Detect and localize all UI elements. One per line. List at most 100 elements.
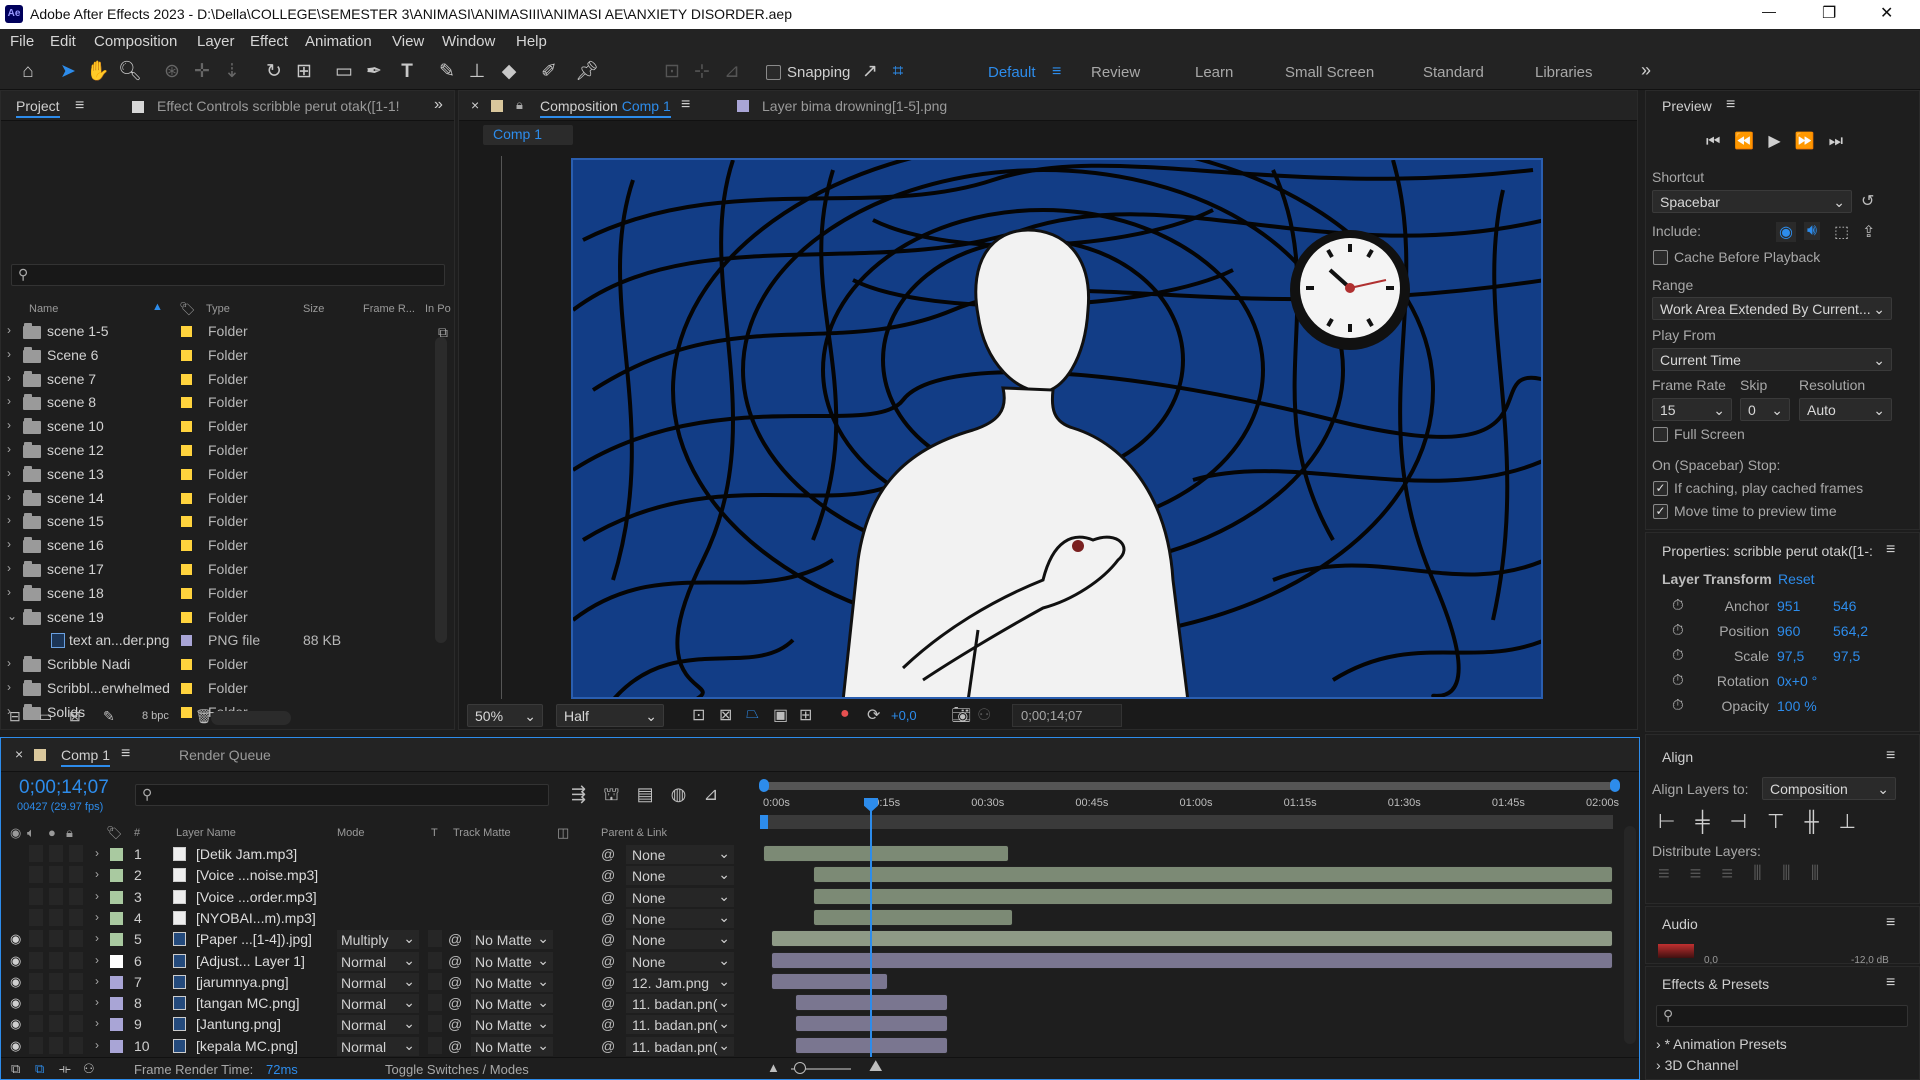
eye-icon[interactable]: ◉: [10, 931, 21, 947]
parent-dropdown[interactable]: 11. badan.pn(⌄: [626, 1036, 734, 1056]
property-value-1[interactable]: 960: [1777, 623, 1800, 639]
chevron-right-icon[interactable]: ›: [7, 490, 11, 504]
next-frame-icon[interactable]: ⏩: [1795, 133, 1829, 150]
lock-toggle[interactable]: [69, 930, 83, 948]
layer-row[interactable]: ◉ › 5 [Paper ...[1-4]).jpg] Multiply ⌄ @ No Mat…: [1, 929, 761, 950]
lock-icon[interactable]: 🔒︎: [516, 97, 523, 113]
col-type[interactable]: Type: [206, 303, 230, 315]
project-item[interactable]: › Scribble Nadi Folder: [1, 653, 437, 677]
play-icon[interactable]: ▶: [1768, 133, 1794, 150]
project-item[interactable]: › scene 7 Folder: [1, 368, 437, 392]
label-color-swatch[interactable]: [181, 611, 192, 623]
zoom-slider-handle[interactable]: [794, 1062, 806, 1074]
chevron-right-icon[interactable]: ›: [7, 394, 11, 408]
label-color-swatch[interactable]: [181, 659, 192, 671]
project-item[interactable]: text an...der.png PNG file 88 KB: [1, 629, 437, 653]
preserve-transparency-toggle[interactable]: [428, 972, 442, 990]
dolly-tool-icon[interactable]: ⇣: [220, 60, 244, 84]
audio-toggle[interactable]: [29, 994, 43, 1012]
audio-toggle[interactable]: [29, 1036, 43, 1054]
pan-tool-icon[interactable]: ✛: [190, 60, 214, 84]
project-item[interactable]: › scene 1-5 Folder: [1, 320, 437, 344]
chevron-right-icon[interactable]: ›: [7, 418, 11, 432]
label-color-swatch[interactable]: [181, 516, 192, 528]
include-audio-icon[interactable]: 🔊︎: [1804, 222, 1821, 240]
matte-link-icon[interactable]: @: [448, 974, 462, 990]
parent-dropdown[interactable]: 11. badan.pn(⌄: [626, 994, 734, 1014]
label-color-swatch[interactable]: [110, 933, 123, 947]
motion-blur-icon[interactable]: ⊿: [703, 784, 735, 804]
label-color-swatch[interactable]: [181, 373, 192, 385]
interpret-footage-icon[interactable]: ⊟: [9, 708, 21, 725]
home-icon[interactable]: ⌂: [16, 60, 40, 84]
mask-visibility-icon[interactable]: ⏢: [746, 705, 759, 723]
hand-tool-icon[interactable]: ✋: [86, 60, 110, 84]
work-area-bar[interactable]: [763, 815, 1613, 829]
label-color-swatch[interactable]: [181, 635, 192, 647]
lock-toggle[interactable]: [69, 951, 83, 969]
chevron-right-icon[interactable]: ›: [95, 953, 99, 967]
audio-toggle[interactable]: [29, 845, 43, 862]
viewer-timecode[interactable]: 0;00;14;07: [1012, 704, 1122, 727]
audio-toggle[interactable]: [29, 866, 43, 884]
rotate-tool-icon[interactable]: ↻: [262, 60, 286, 84]
anchor-tool-icon[interactable]: ⊞: [292, 60, 316, 84]
pick-whip-icon[interactable]: @: [601, 1038, 615, 1054]
project-item[interactable]: › scene 14 Folder: [1, 487, 437, 511]
effects-item-3d-channel[interactable]: › 3D Channel: [1656, 1057, 1739, 1073]
preserve-transparency-toggle[interactable]: [428, 930, 442, 948]
workspace-default[interactable]: Default: [988, 64, 1036, 81]
expand-in-out-icon[interactable]: ⟛: [59, 1061, 71, 1077]
property-value-1[interactable]: 100 %: [1777, 698, 1817, 714]
project-horizontal-scrollbar[interactable]: [211, 711, 291, 725]
expand-layer-switches-icon[interactable]: ⧉: [11, 1061, 20, 1077]
audio-toggle[interactable]: [29, 972, 43, 990]
shy-layers-icon[interactable]: ▤: [637, 784, 671, 804]
tab-project[interactable]: Project: [16, 98, 60, 118]
timeline-search-input[interactable]: ⚲: [135, 784, 549, 806]
solo-toggle[interactable]: [49, 887, 63, 905]
parent-dropdown[interactable]: None ⌄: [626, 887, 734, 907]
distribute-hcenter-icon[interactable]: ⦀: [1782, 863, 1811, 885]
layer-row[interactable]: ◉ › 8 [tangan MC.png] Normal ⌄ @ No Matte ⌄ @11. …: [1, 993, 761, 1014]
move-time-checkbox[interactable]: ✓: [1653, 504, 1668, 519]
property-value-1[interactable]: 951: [1777, 598, 1800, 614]
blend-mode-dropdown[interactable]: Normal ⌄: [337, 972, 419, 992]
flowchart-icon[interactable]: ⧉: [438, 324, 448, 341]
tab-timeline-comp[interactable]: Comp 1: [61, 747, 111, 767]
new-comp-icon[interactable]: ⊠: [69, 708, 81, 725]
timeline-menu-icon[interactable]: ≡: [121, 745, 130, 763]
project-item[interactable]: › scene 10 Folder: [1, 415, 437, 439]
align-to-dropdown[interactable]: Composition ⌄: [1762, 777, 1896, 800]
navigator-end-handle[interactable]: [1610, 779, 1620, 792]
chevron-right-icon[interactable]: ›: [95, 931, 99, 945]
chevron-right-icon[interactable]: ›: [7, 561, 11, 575]
lock-header-icon[interactable]: 🔒︎: [66, 825, 73, 841]
timeline-timecode[interactable]: 0;00;14;07: [19, 777, 109, 799]
eye-icon[interactable]: ◉: [10, 1038, 21, 1054]
effects-search-input[interactable]: ⚲: [1656, 1005, 1908, 1027]
pick-whip-icon[interactable]: @: [601, 931, 615, 947]
sort-ascending-icon[interactable]: ▲: [152, 301, 163, 313]
world-axis-icon[interactable]: ⊹: [690, 60, 714, 84]
work-area-start[interactable]: [760, 815, 768, 829]
puppet-pin-icon[interactable]: 📌︎: [575, 60, 599, 84]
menu-animation[interactable]: Animation: [305, 33, 372, 50]
label-color-swatch[interactable]: [110, 890, 123, 904]
align-left-icon[interactable]: ⊢: [1658, 811, 1695, 833]
first-frame-icon[interactable]: ⏮: [1706, 133, 1734, 150]
col-frame-rate[interactable]: Frame R...: [363, 303, 415, 315]
include-video-icon[interactable]: ◉: [1776, 222, 1796, 242]
eye-icon[interactable]: ◉: [10, 953, 21, 969]
layer-row[interactable]: ◉ › 7 [jarumnya.png] Normal ⌄ @ No Matte ⌄ @12. J…: [1, 972, 761, 993]
label-color-swatch[interactable]: [181, 445, 192, 456]
chevron-right-icon[interactable]: ›: [95, 846, 99, 860]
menu-composition[interactable]: Composition: [94, 33, 177, 50]
project-scrollbar[interactable]: [435, 337, 447, 643]
workspace-more-icon[interactable]: »: [1641, 60, 1651, 81]
label-color-swatch[interactable]: [110, 954, 123, 968]
solo-toggle[interactable]: [49, 845, 63, 862]
project-item[interactable]: › scene 18 Folder: [1, 582, 437, 606]
project-item[interactable]: › Scribbl...erwhelmed Folder: [1, 677, 437, 701]
fast-previews-icon[interactable]: ⊡: [692, 705, 705, 725]
